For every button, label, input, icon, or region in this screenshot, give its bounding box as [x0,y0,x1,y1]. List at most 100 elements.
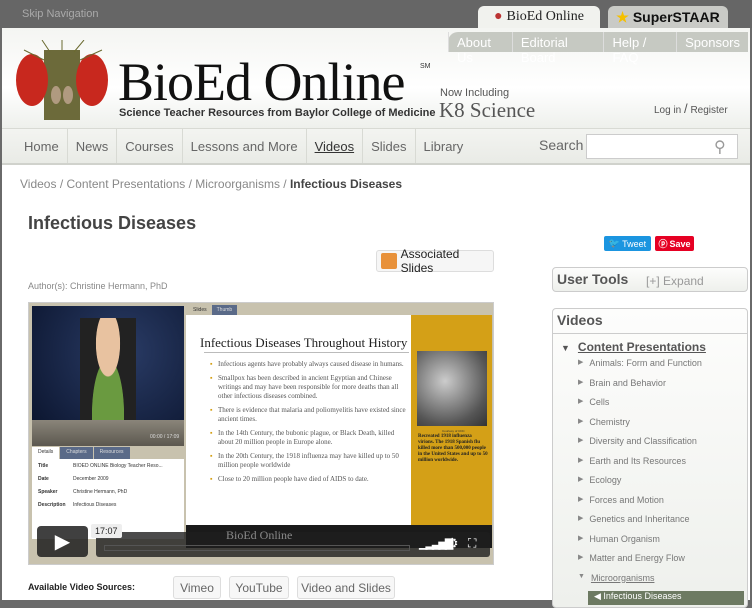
service-mark: SM [420,63,431,70]
detail-value: December 2009 [73,476,109,482]
nav-courses[interactable]: Courses [117,129,183,163]
tree-label: Chemistry [589,416,630,427]
tree-item-current[interactable]: ◀ Infectious Diseases [588,591,744,605]
video-and-slides-button[interactable]: Video and Slides [297,576,395,599]
sources-label: Available Video Sources: [28,582,136,592]
tab-slides[interactable]: Slides [188,305,212,315]
tree-item[interactable]: ▶ Brain and Behavior [578,378,702,398]
tree-item[interactable]: ▶ Ecology [578,475,702,495]
caret-right-icon: ▶ [578,456,584,464]
detail-key: Date [38,476,49,482]
nav-lessons[interactable]: Lessons and More [183,129,307,163]
caret-right-icon: ▶ [578,495,584,503]
editorial-board-link[interactable]: Editorial Board [511,32,604,65]
page-title: Infectious Diseases [28,213,197,233]
tweet-button[interactable]: 🐦 Tweet [604,236,651,251]
nav-library[interactable]: Library [416,129,472,163]
tab-chapters[interactable]: Chapters [60,447,93,459]
tab-superstaar[interactable]: ★ SuperSTAAR [608,6,728,28]
author: Author(s): Christine Hermann, PhD [28,281,168,291]
caret-down-icon: ▼ [578,572,585,580]
header-links: About Us Editorial Board Help / FAQ Spon… [448,32,748,65]
user-tools-title: User Tools [557,271,629,287]
tree-item[interactable]: ▶ Diversity and Classification [578,436,702,456]
breadcrumb-videos[interactable]: Videos [20,177,56,191]
tagline: Science Teacher Resources from Baylor Co… [119,107,436,119]
slide-title-rule [204,352,409,353]
caret-right-icon: ▶ [578,417,584,425]
save-label: Save [669,238,691,249]
slide-tabs: Slides Thumb [188,305,238,315]
separator: / [684,101,688,116]
vimeo-button[interactable]: Vimeo [173,576,221,599]
play-icon: ▶ [54,531,71,553]
tree-item[interactable]: ▶ Earth and Its Resources [578,456,702,476]
tree-label: Earth and Its Resources [589,455,686,466]
about-us-link[interactable]: About Us [448,32,512,65]
pinterest-save-button[interactable]: ⓟ Save [655,236,694,251]
tweet-label: Tweet [622,238,647,249]
tree-item[interactable]: ▶ Chemistry [578,417,702,437]
progress-bar[interactable] [104,545,410,551]
caret-right-icon: ▶ [578,554,584,561]
speaker-image [80,318,136,420]
tree-item[interactable]: ▶ Human Organism [578,534,702,554]
tree-item-microorganisms[interactable]: ▼ Microorganisms [578,573,702,593]
caret-right-icon: ▶ [578,378,584,386]
duration-tooltip: 17:07 [91,524,122,538]
search-icon[interactable]: ⚲ [714,137,726,157]
site-logo[interactable]: BioEd Online [118,55,405,109]
tree-label: Human Organism [589,533,660,544]
associated-slides-button[interactable]: Associated Slides [376,247,494,275]
nav-news[interactable]: News [68,129,118,163]
tree-label: Brain and Behavior [589,377,666,388]
expand-toggle[interactable]: [+] Expand [646,274,704,288]
play-button[interactable]: ▶ [37,526,88,557]
sponsors-link[interactable]: Sponsors [676,32,748,52]
tree-label: Genetics and Inheritance [589,514,690,524]
mini-player-controls[interactable] [32,420,184,446]
login-link[interactable]: Log in [654,105,681,116]
bullet: Infectious agents have probably always c… [210,360,408,369]
register-link[interactable]: Register [690,105,727,116]
associated-slides-label: Associated Slides [400,247,460,275]
tree-item[interactable]: ▶ Animals: Form and Function [578,358,702,378]
youtube-button[interactable]: YouTube [229,576,289,599]
slides-icon [381,253,397,269]
detail-value: Christine Hermann, PhD [73,489,128,495]
tab-bioed-online[interactable]: ● BioEd Online [478,6,600,28]
breadcrumb-microorganisms[interactable]: Microorganisms [195,177,280,191]
help-faq-link[interactable]: Help / FAQ [603,32,676,65]
tree-label: Diversity and Classification [589,436,697,446]
slide-footer-logo: BioEd Online [226,528,293,542]
caret-right-icon: ▶ [578,359,584,366]
tree-item[interactable]: ▶ Cells [578,397,702,417]
tree-label: Matter and Energy Flow [589,553,685,563]
tree-item[interactable]: ▶ Matter and Energy Flow [578,553,702,573]
breadcrumb-content-presentations[interactable]: Content Presentations [67,177,186,191]
k8-science-link[interactable]: K8 Science [439,98,535,123]
nav-home[interactable]: Home [2,129,68,163]
tree-item[interactable]: ▶ Forces and Motion [578,495,702,515]
skip-navigation-link[interactable]: Skip Navigation [22,8,98,20]
tab-details[interactable]: Details [32,447,60,459]
bullet: There is evidence that malaria and polio… [210,406,408,424]
tree-content-presentations[interactable]: ▼ Content Presentations [561,340,706,356]
tab-thumb[interactable]: Thumb [211,305,238,315]
tab-resources[interactable]: Resources [93,447,130,459]
tree-label: Forces and Motion [589,494,664,505]
detail-row: Speaker Christine Hermann, PhD [32,485,184,498]
detail-row: Title BIOED ONLINE Biology Teacher Reso..… [32,459,184,472]
tree-label: Animals: Form and Function [589,358,702,368]
fly-logo-icon[interactable] [14,40,110,122]
timecode: 00:00 / 17:09 [150,434,180,440]
image-caption: Recreated 1918 influenza virions. The 19… [418,434,488,463]
divider [553,333,747,334]
settings-icon[interactable]: ⚙ [446,535,459,552]
tree-item[interactable]: ▶ Genetics and Inheritance [578,514,702,534]
nav-slides[interactable]: Slides [363,129,416,163]
caret-right-icon: ▶ [578,534,584,542]
fullscreen-icon[interactable]: ⛶ [468,536,476,551]
bullet: Smallpox has been described in ancient E… [210,374,408,401]
nav-videos[interactable]: Videos [307,129,364,163]
